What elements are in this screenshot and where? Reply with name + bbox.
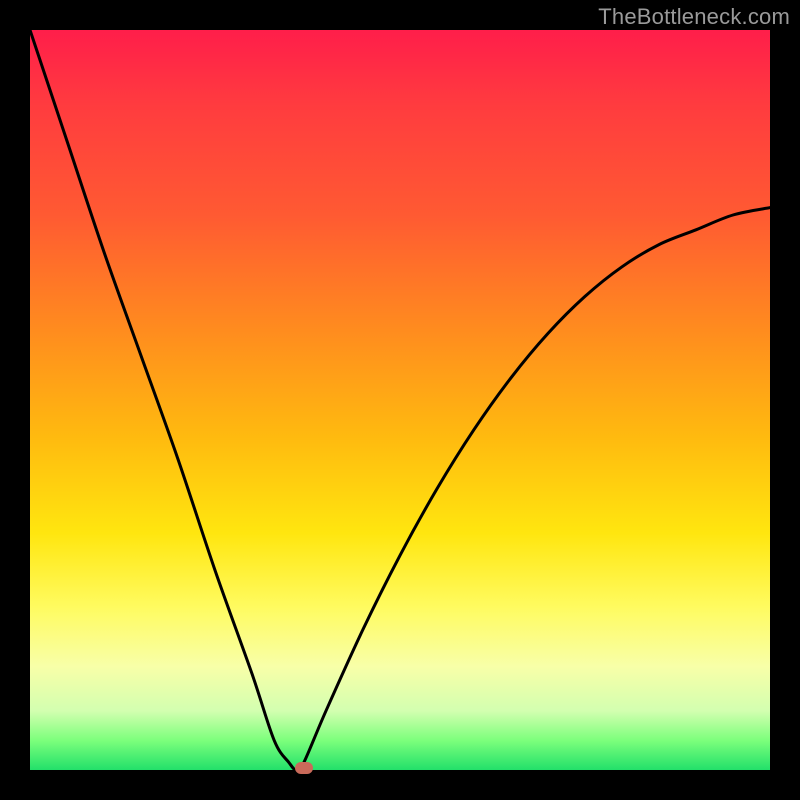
bottleneck-curve [30, 30, 770, 770]
minimum-marker [295, 762, 313, 774]
plot-area [30, 30, 770, 770]
watermark-text: TheBottleneck.com [598, 4, 790, 30]
chart-frame: TheBottleneck.com [0, 0, 800, 800]
